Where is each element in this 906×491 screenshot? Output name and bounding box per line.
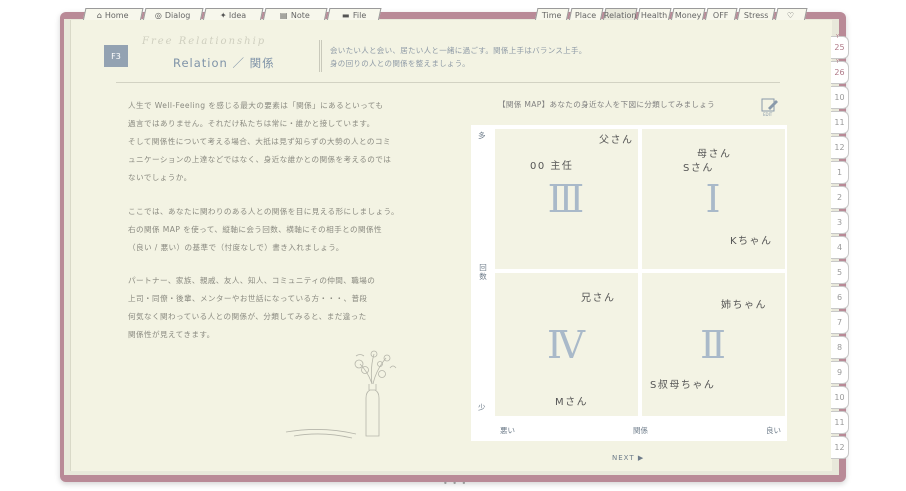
month-tab[interactable]: 5 — [831, 261, 849, 284]
entry-father: 父さん — [599, 135, 634, 146]
month-tab[interactable]: 11 — [831, 411, 849, 434]
dialog-icon: ◎ — [155, 11, 163, 20]
month-tab-label: 11 — [834, 418, 845, 427]
x-axis-right: 良い — [766, 426, 781, 435]
folder-icon: ▬ — [341, 11, 350, 20]
script-title: Free Relationship — [142, 36, 267, 47]
x-axis-left: 悪い — [500, 426, 515, 435]
month-tab[interactable]: 8 — [831, 336, 849, 359]
edit-button[interactable]: EDIT — [760, 97, 780, 117]
month-tab-label: 11 — [834, 118, 845, 127]
month-tab-label: 2 — [836, 193, 843, 202]
month-tab[interactable]: 2 — [831, 186, 849, 209]
month-tab-label: 12 — [834, 443, 845, 452]
year-marker: Y — [836, 59, 840, 65]
notebook-icon: ▤ — [280, 11, 288, 20]
month-tab[interactable]: 9 — [831, 361, 849, 384]
month-tab-label: 4 — [836, 243, 843, 252]
y-axis-bottom: 少 — [478, 403, 486, 412]
month-tab[interactable]: 4 — [831, 236, 849, 259]
map-title: 【関係 MAP】あなたの身近な人を下図に分類してみましょう — [498, 100, 716, 109]
month-tab[interactable]: 10 — [831, 386, 849, 409]
edit-label: EDIT — [763, 112, 773, 117]
y-axis-top: 多 — [478, 131, 486, 140]
page-title: Relation ／ 関係 — [173, 56, 275, 70]
next-button[interactable]: NEXT ▶ — [612, 454, 644, 462]
month-tab-label: 10 — [834, 93, 845, 102]
quadrant-label-2: Ⅱ — [700, 323, 726, 367]
section-badge: F3 — [104, 45, 128, 67]
entry-s: Sさん — [683, 163, 714, 174]
entry-brother: 兄さん — [581, 293, 616, 304]
quadrant-label-3: Ⅲ — [547, 177, 585, 221]
month-tab-label: 10 — [834, 393, 845, 402]
entry-mother: 母さん — [697, 149, 732, 160]
month-tab-label: 12 — [834, 143, 845, 152]
month-tab-label: 5 — [836, 268, 843, 277]
body-paragraph-2: ここでは、あなたに関わりのある人との関係を目に見える形にしましょう。 右の関係 … — [128, 207, 400, 252]
month-tab[interactable]: Y 26 — [831, 59, 849, 84]
month-tab[interactable]: 11 — [831, 111, 849, 134]
page-dots: • • • — [443, 479, 468, 488]
month-tab-label: 7 — [836, 318, 843, 327]
flower-vase-illustration — [285, 350, 397, 439]
y-axis-label: 回数 — [479, 263, 487, 281]
month-tab[interactable]: 1 — [831, 161, 849, 184]
heart-icon: ♡ — [787, 11, 795, 20]
month-tab-label: 1 — [836, 168, 843, 177]
quadrant-label-1: Ⅰ — [705, 177, 721, 221]
entry-chief: 00 主任 — [530, 161, 574, 172]
entry-m: Mさん — [555, 397, 589, 408]
month-tab[interactable]: 12 — [831, 436, 849, 459]
header-rule — [116, 82, 780, 83]
entry-k: Kちゃん — [730, 236, 773, 247]
lightbulb-icon: ✦ — [219, 11, 227, 20]
entry-aunt: S叔母ちゃん — [650, 380, 716, 391]
month-tab-label: 3 — [836, 218, 843, 227]
month-tab[interactable]: Y 25 — [831, 34, 849, 59]
month-tab-label: 26 — [834, 68, 845, 77]
body-paragraph-3: パートナー、家族、親戚、友人、知人、コミュニティの仲間、職場の 上司・同僚・後輩… — [128, 276, 376, 339]
edit-icon: EDIT — [761, 98, 778, 117]
body-paragraph-1: 人生で Well-Feeling を感じる最大の要素は「関係」にあるといっても … — [128, 101, 392, 182]
header-divider — [319, 40, 322, 72]
quadrant-label-4: Ⅳ — [547, 323, 585, 367]
planner-screen: ⌂ Home ◎ Dialog ✦ Idea ▤ Note ▬ File Time Pla… — [0, 0, 906, 491]
intro-text: 会いたい人と会い、居たい人と一緒に過ごす。関係上手はバランス上手。 身の回りの人… — [330, 46, 587, 68]
home-icon: ⌂ — [97, 11, 103, 20]
entry-sister: 姉ちゃん — [721, 300, 767, 311]
year-marker: Y — [836, 34, 840, 40]
month-tab[interactable]: 6 — [831, 286, 849, 309]
month-tab[interactable]: 10 — [831, 86, 849, 109]
month-tab[interactable]: 12 — [831, 136, 849, 159]
month-tab-label: 25 — [834, 43, 845, 52]
month-tab-label: 8 — [836, 343, 843, 352]
x-axis-label: 関係 — [633, 426, 648, 435]
month-tab-label: 9 — [836, 368, 843, 377]
month-tab[interactable]: 3 — [831, 211, 849, 234]
month-tab-label: 6 — [836, 293, 843, 302]
month-tab[interactable]: 7 — [831, 311, 849, 334]
